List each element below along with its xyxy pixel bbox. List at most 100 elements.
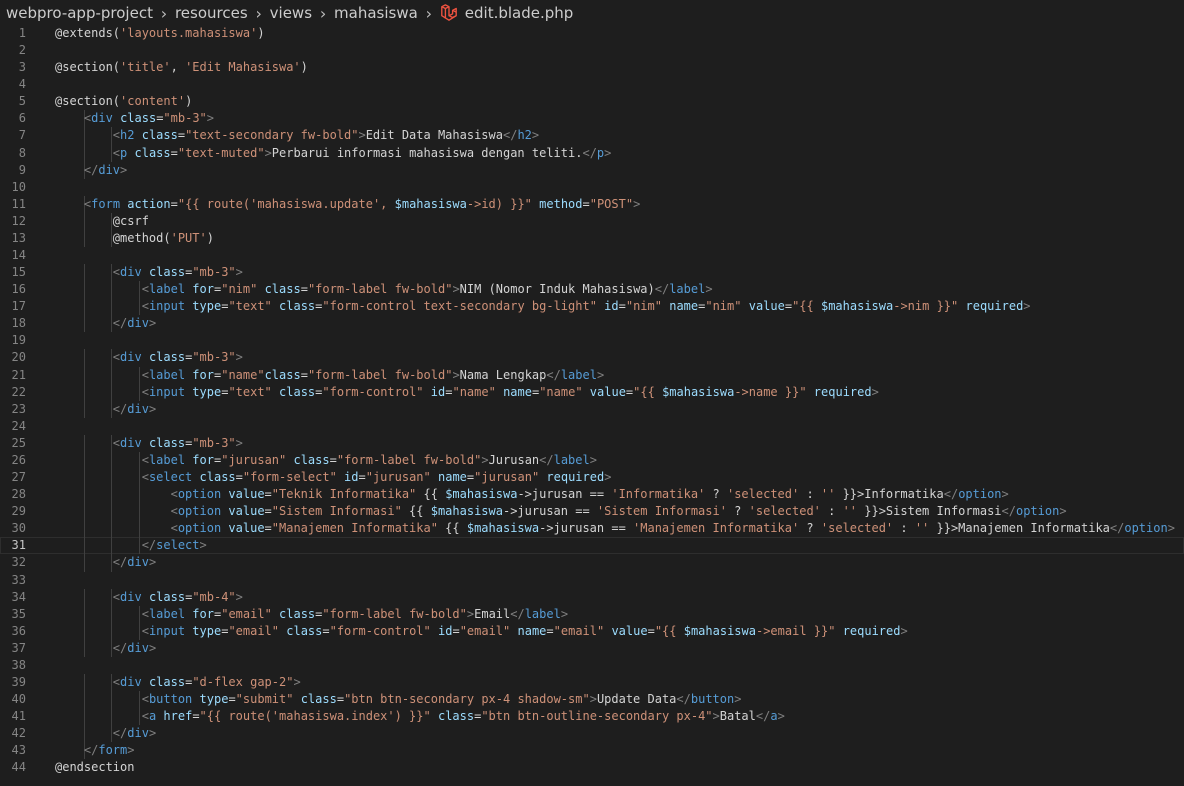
code-line[interactable]: 9 </div>	[0, 161, 1184, 179]
code-line[interactable]: 15 <div class="mb-3">	[0, 264, 1184, 282]
code-token: <	[112, 128, 121, 143]
code-line[interactable]: 29 <option value="Sistem Informasi" {{ $…	[0, 503, 1184, 521]
breadcrumb-file[interactable]: edit.blade.php	[465, 4, 574, 22]
code-token: "{{	[633, 384, 663, 399]
code-line[interactable]: 20 <div class="mb-3">	[0, 349, 1184, 367]
code-text: </div>	[55, 315, 156, 332]
code-token: class	[148, 589, 186, 604]
code-line[interactable]: 28 <option value="Teknik Informatika" {{…	[0, 486, 1184, 504]
code-token: name	[438, 470, 467, 485]
line-number: 36	[11, 623, 26, 638]
code-line[interactable]: 39 <div class="d-flex gap-2">	[0, 673, 1184, 692]
code-token: class	[148, 265, 186, 280]
code-token: 'selected'	[820, 521, 894, 536]
code-line[interactable]: 24	[0, 418, 1184, 435]
code-line[interactable]: 10	[0, 179, 1184, 196]
code-line[interactable]: 26 <label for="jurusan" class="form-labe…	[0, 451, 1184, 470]
code-token: >	[293, 674, 301, 689]
code-line[interactable]: 44 @endsection	[0, 759, 1184, 776]
code-line[interactable]: 36 <input type="email" class="form-contr…	[0, 622, 1184, 640]
code-line[interactable]: 23 </div>	[0, 400, 1184, 418]
code-token: a	[770, 709, 778, 724]
code-token: <	[141, 692, 149, 707]
code-token: >	[148, 726, 157, 741]
line-number: 11	[11, 196, 26, 211]
code-token: div	[120, 350, 142, 365]
breadcrumb-views[interactable]: views	[270, 4, 312, 22]
code-token: 'Sistem Informasi'	[596, 504, 727, 519]
code-line[interactable]: 41 < a href="{{ route('mahasiswa.index') …	[0, 708, 1184, 726]
code-text: <p class="text-muted">Perbarui informasi…	[55, 145, 612, 162]
code-line[interactable]: 8 <p class="text-muted">Perbarui informa…	[0, 144, 1184, 162]
code-line[interactable]: 43 </form>	[0, 742, 1184, 760]
code-token: value	[611, 623, 648, 638]
code-line[interactable]: 4	[0, 76, 1184, 93]
code-line[interactable]: 19	[0, 332, 1184, 349]
code-line[interactable]: 17 <input type = "text" class = "form-contro…	[0, 298, 1184, 316]
code-line[interactable]: 33	[0, 572, 1184, 589]
code-token: </	[582, 145, 597, 160]
code-line[interactable]: 35 <label for="email" class="form-label …	[0, 605, 1184, 623]
code-line[interactable]: 6 <div class="mb-3">	[0, 110, 1184, 128]
breadcrumb-resources[interactable]: resources	[175, 4, 248, 22]
code-token: <	[112, 350, 121, 365]
code-line[interactable]: 37 </div>	[0, 639, 1184, 657]
code-line[interactable]: 18 </div>	[0, 315, 1184, 333]
code-line[interactable]: 11 <form action="{{ route('mahasiswa.upd…	[0, 195, 1184, 213]
code-token: div	[127, 555, 149, 570]
line-number: 10	[11, 179, 26, 194]
code-token: Jurusan	[488, 452, 540, 467]
code-text: <input type="text" class="form-control" …	[55, 384, 879, 401]
code-token: </	[546, 367, 561, 382]
line-number: 7	[18, 128, 26, 143]
code-line[interactable]: 25 <div class="mb-3">	[0, 434, 1184, 452]
code-token: "mb-4"	[192, 589, 236, 604]
code-token: ->nim }}"	[893, 299, 959, 314]
line-number: 42	[11, 726, 26, 741]
code-text: </div>	[55, 554, 156, 571]
code-token: "text-secondary fw-bold"	[185, 128, 359, 143]
code-token: <	[112, 435, 121, 450]
code-line[interactable]: 34 <div class="mb-4">	[0, 588, 1184, 606]
code-line[interactable]: 38	[0, 657, 1184, 674]
code-token: :	[820, 504, 843, 519]
code-text: @csrf	[55, 213, 149, 230]
code-text: < a href="{{ route('mahasiswa.index') }}"…	[55, 708, 785, 725]
code-line[interactable]: 31 </select>	[0, 537, 1184, 555]
code-line[interactable]: 12 @csrf	[0, 212, 1184, 230]
code-token: <	[112, 265, 121, 280]
code-line[interactable]: 3 @section('title', 'Edit Mahasiswa')	[0, 59, 1184, 76]
line-number: 40	[11, 692, 26, 707]
code-token: </	[1109, 521, 1125, 536]
code-token: option	[1124, 521, 1168, 536]
code-editor[interactable]: 1 @extends('layouts.mahasiswa') 2 3 @section…	[0, 25, 1184, 786]
code-line[interactable]: 1 @extends('layouts.mahasiswa')	[0, 25, 1184, 42]
code-line[interactable]: 14	[0, 247, 1184, 264]
code-line[interactable]: 22 <input type="text" class="form-contro…	[0, 383, 1184, 401]
code-line[interactable]: 40 <button type="submit" class="btn btn-…	[0, 691, 1184, 709]
code-line[interactable]: 21 <label for="name"class="form-label fw…	[0, 366, 1184, 384]
breadcrumb-project[interactable]: webpro-app-project	[0, 4, 153, 22]
code-token: =	[264, 487, 272, 502]
code-token: $mahasiswa	[662, 384, 735, 399]
code-line[interactable]: 7 <h2 class="text-secondary fw-bold">Edi…	[0, 127, 1184, 145]
code-token: "Manajemen Informatika"	[271, 521, 438, 536]
breadcrumb-mahasiswa[interactable]: mahasiswa	[334, 4, 418, 22]
code-line[interactable]: 42 </div>	[0, 725, 1184, 743]
code-line[interactable]: 2	[0, 42, 1184, 59]
code-line[interactable]: 27 <select class="form-select" id="jurus…	[0, 469, 1184, 487]
chevron-right-icon: ›	[319, 3, 327, 23]
code-token: >	[358, 128, 366, 143]
code-token: :	[893, 521, 915, 536]
code-token: =	[546, 623, 554, 638]
code-token: 'PUT'	[170, 230, 207, 245]
code-line[interactable]: 5 @section('content')	[0, 93, 1184, 110]
code-text: @endsection	[55, 759, 134, 776]
code-line[interactable]: 13 @method('PUT')	[0, 229, 1184, 248]
code-token: type	[192, 384, 222, 399]
code-line[interactable]: 16 <label for="nim" class="form-label fw…	[0, 281, 1184, 299]
code-line[interactable]: 32 </div>	[0, 554, 1184, 572]
code-line[interactable]: 30 <option value="Manajemen Informatika"…	[0, 520, 1184, 538]
